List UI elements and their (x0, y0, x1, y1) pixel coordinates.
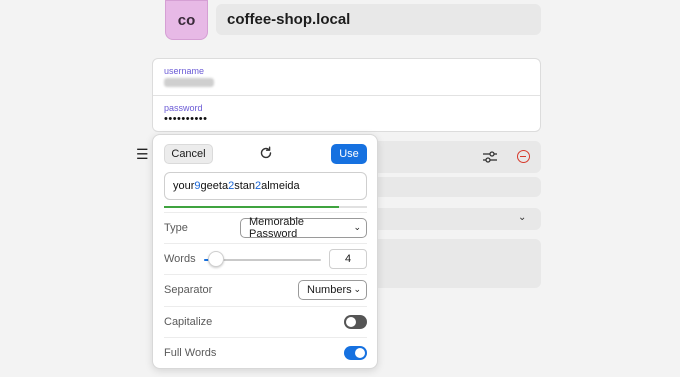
type-select[interactable]: Memorable Password ⌄ (240, 216, 367, 240)
separator-select[interactable]: Numbers ⌄ (298, 280, 367, 300)
password-word: your (173, 180, 195, 192)
type-label: Type (164, 222, 188, 234)
strength-meter-fill (164, 206, 339, 208)
background-field-row (378, 177, 541, 197)
separator-select-value: Numbers (307, 284, 352, 296)
words-label: Words (164, 253, 196, 265)
toggle-knob (355, 348, 365, 358)
generated-password-field[interactable]: your9geeta2stan2almeida (164, 172, 367, 200)
full-words-label: Full Words (164, 347, 217, 359)
password-row[interactable]: password •••••••••• (153, 96, 540, 133)
separator-option-row: Separator Numbers ⌄ (164, 274, 367, 305)
site-title-field[interactable]: coffee-shop.local (216, 4, 541, 35)
password-word: stan (234, 180, 255, 192)
capitalize-label: Capitalize (164, 316, 213, 328)
words-count-input[interactable]: 4 (329, 249, 367, 269)
password-word: geeta (200, 180, 229, 192)
words-slider-thumb[interactable] (207, 251, 224, 267)
menu-icon[interactable]: ☰ (136, 146, 149, 162)
toggle-knob (346, 317, 356, 327)
chevron-down-icon: ⌄ (353, 284, 361, 294)
type-select-value: Memorable Password (249, 216, 305, 240)
password-value: •••••••••• (164, 113, 208, 125)
username-row[interactable]: username (153, 59, 540, 96)
site-title: coffee-shop.local (227, 11, 351, 28)
cancel-button[interactable]: Cancel (164, 144, 213, 164)
capitalize-toggle[interactable] (344, 315, 367, 329)
username-value-redacted (164, 78, 214, 87)
use-button[interactable]: Use (331, 144, 367, 164)
background-dropdown-row[interactable] (378, 208, 541, 230)
credentials-box: username password •••••••••• (152, 58, 541, 132)
site-avatar: co (165, 0, 208, 40)
sliders-icon[interactable] (483, 151, 497, 163)
password-generator-popup: Cancel Use your9geeta2stan2almeida Type … (152, 134, 378, 369)
chevron-down-icon: ⌄ (518, 212, 527, 223)
background-notes-area (378, 239, 541, 288)
chevron-down-icon: ⌄ (353, 222, 361, 232)
full-words-toggle[interactable] (344, 346, 367, 360)
password-word: almeida (261, 180, 300, 192)
username-label: username (164, 66, 205, 76)
remove-circle-icon[interactable] (517, 150, 530, 163)
words-option-row: Words 4 (164, 243, 367, 274)
refresh-icon[interactable] (259, 146, 273, 160)
password-label: password (164, 103, 203, 113)
strength-meter (164, 206, 367, 208)
avatar-text: co (177, 11, 196, 29)
full-words-option-row: Full Words (164, 337, 367, 368)
separator-label: Separator (164, 284, 213, 296)
words-count-value: 4 (344, 253, 352, 265)
capitalize-option-row: Capitalize (164, 306, 367, 337)
type-option-row: Type Memorable Password ⌄ (164, 212, 367, 243)
generated-password-text: your9geeta2stan2almeida (173, 180, 300, 192)
